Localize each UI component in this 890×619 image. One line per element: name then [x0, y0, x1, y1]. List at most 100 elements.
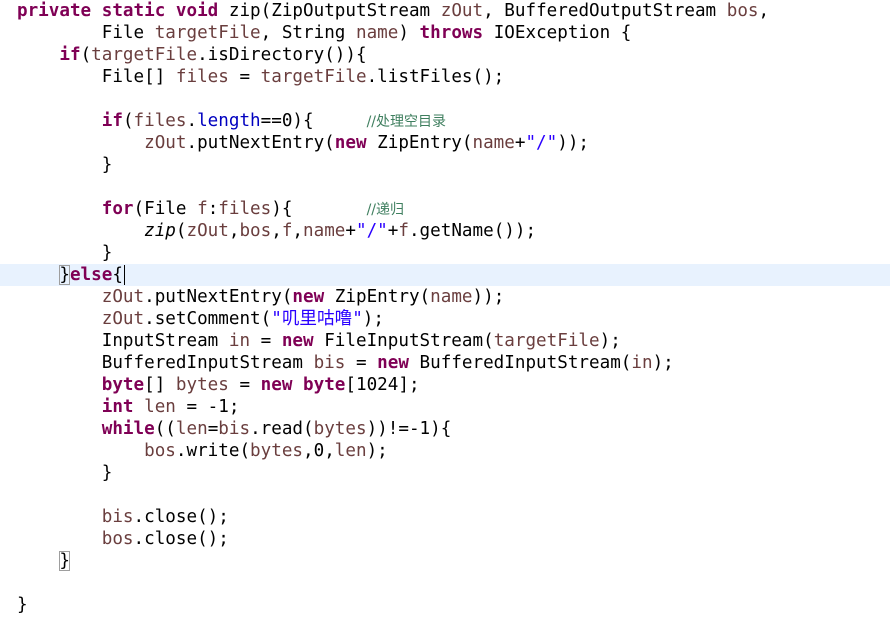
keyword-token: if	[101, 111, 123, 131]
code-token: zip(ZipOutputStream	[218, 1, 441, 21]
code-token: ));	[557, 133, 590, 153]
code-token: (	[122, 111, 134, 131]
code-line[interactable]: private static void zip(ZipOutputStream …	[0, 0, 890, 22]
code-line[interactable]: if(files.length==0){ //处理空目录	[0, 110, 890, 132]
code-token: File	[17, 23, 155, 43]
code-token: .setComment(	[144, 309, 272, 329]
code-line[interactable]: File targetFile, String name) throws IOE…	[0, 22, 890, 44]
code-token: ,	[271, 221, 282, 241]
keyword-token: static	[101, 1, 166, 21]
code-line[interactable]: if(targetFile.isDirectory()){	[0, 44, 890, 66]
code-token: ,	[292, 221, 304, 241]
code-token: +	[345, 221, 356, 241]
code-line[interactable]: while((len=bis.read(bytes))!=-1){	[0, 418, 890, 440]
code-token: .read(	[250, 419, 314, 439]
code-token: [1024];	[345, 375, 420, 395]
code-line[interactable]: for(File f:files){ //递归	[0, 198, 890, 220]
code-token: }	[17, 463, 113, 483]
code-token: =	[228, 375, 261, 395]
code-token: }	[17, 595, 28, 615]
code-token: )	[398, 23, 420, 43]
keyword-token: void	[175, 1, 219, 21]
code-line[interactable]: bis.close();	[0, 506, 890, 528]
code-token: .getName());	[408, 221, 537, 241]
code-line[interactable]	[0, 88, 890, 110]
code-token: (	[80, 45, 92, 65]
code-token: ,	[228, 221, 240, 241]
code-line[interactable]: byte[] bytes = new byte[1024];	[0, 374, 890, 396]
variable-token: targetFile	[154, 23, 261, 43]
code-token: );	[366, 441, 388, 461]
keyword-token: for	[101, 199, 134, 219]
variable-token: f	[398, 221, 409, 241]
code-editor[interactable]: private static void zip(ZipOutputStream …	[0, 0, 890, 619]
code-token: );	[652, 353, 674, 373]
code-token: ))!=-1){	[366, 419, 452, 439]
code-line[interactable]	[0, 572, 890, 594]
code-token: );	[599, 331, 621, 351]
code-line[interactable]: zip(zOut,bos,f,name+"/"+f.getName());	[0, 220, 890, 242]
variable-token: name	[472, 133, 515, 153]
code-line[interactable]: }else{	[0, 264, 890, 286]
variable-token: zOut	[101, 287, 145, 307]
code-line[interactable]	[0, 484, 890, 506]
code-line[interactable]: zOut.putNextEntry(new ZipEntry(name));	[0, 286, 890, 308]
code-token: , String	[260, 23, 356, 43]
code-token: .write(	[175, 441, 251, 461]
code-line[interactable]: }	[0, 462, 890, 484]
keyword-token: private	[17, 1, 92, 21]
code-token: .listFiles();	[366, 67, 505, 87]
code-line[interactable]: }	[0, 594, 890, 616]
code-line[interactable]: zOut.setComment("叽里咕噜");	[0, 308, 890, 330]
matching-brace: }	[59, 265, 70, 285]
code-line[interactable]: int len = -1;	[0, 396, 890, 418]
variable-token: targetFile	[493, 331, 600, 351]
code-token: =	[207, 419, 219, 439]
code-token: );	[362, 309, 384, 329]
code-token: = -1;	[175, 397, 240, 417]
code-line[interactable]: bos.close();	[0, 528, 890, 550]
code-token: ,	[758, 1, 770, 21]
code-token: File[]	[17, 67, 176, 87]
keyword-token: else	[69, 265, 113, 285]
code-token: ));	[472, 287, 505, 307]
code-line[interactable]: File[] files = targetFile.listFiles();	[0, 66, 890, 88]
variable-token: bos	[726, 1, 759, 21]
keyword-token: throws	[419, 23, 484, 43]
code-line[interactable]	[0, 176, 890, 198]
keyword-token: byte	[101, 375, 145, 395]
code-line[interactable]: InputStream in = new FileInputStream(tar…	[0, 330, 890, 352]
variable-token: bytes	[175, 375, 229, 395]
code-line[interactable]: }	[0, 550, 890, 572]
variable-token: zOut	[440, 1, 484, 21]
matching-brace: }	[59, 551, 70, 571]
variable-token: zOut	[186, 221, 229, 241]
code-token: .putNextEntry(	[186, 133, 335, 153]
code-line[interactable]: }	[0, 242, 890, 264]
code-token: (File	[133, 199, 198, 219]
code-token: FileInputStream(	[313, 331, 494, 351]
variable-token: bytes	[313, 419, 367, 439]
variable-token: bos	[144, 441, 176, 461]
variable-token: in	[631, 353, 653, 373]
keyword-token: new	[377, 353, 409, 373]
code-token: , BufferedOutputStream	[483, 1, 727, 21]
variable-token: name	[430, 287, 473, 307]
variable-token: bis	[313, 353, 346, 373]
code-line[interactable]: bos.write(bytes,0,len);	[0, 440, 890, 462]
code-line[interactable]: }	[0, 154, 890, 176]
variable-token: bytes	[250, 441, 304, 461]
code-line[interactable]: zOut.putNextEntry(new ZipEntry(name+"/")…	[0, 132, 890, 154]
code-token: .close();	[133, 507, 229, 527]
code-token: .	[186, 111, 198, 131]
code-line[interactable]: BufferedInputStream bis = new BufferedIn…	[0, 352, 890, 374]
